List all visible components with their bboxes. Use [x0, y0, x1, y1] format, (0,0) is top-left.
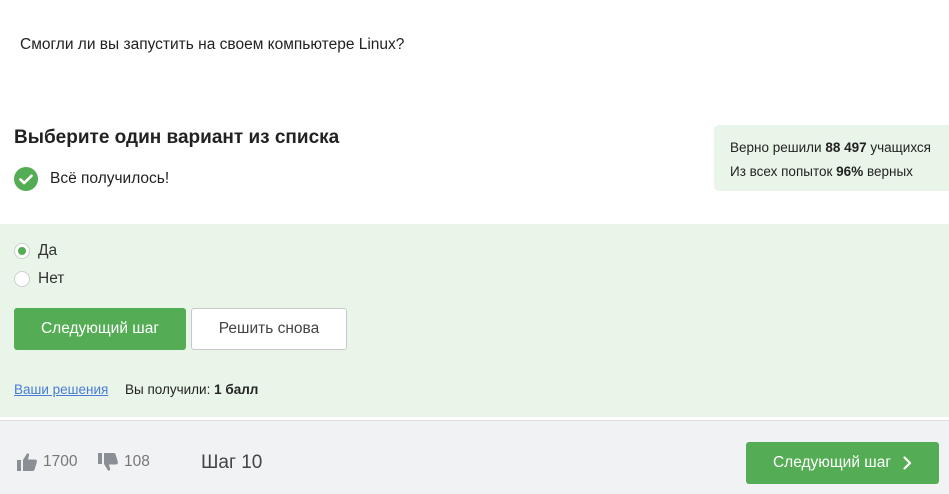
- next-step-button[interactable]: Следующий шаг: [14, 308, 186, 350]
- solved-suffix: учащихся: [870, 140, 931, 155]
- chevron-right-icon: [903, 456, 912, 470]
- thumbs-up-icon: [17, 453, 37, 471]
- score-value: 1 балл: [214, 382, 259, 397]
- radio-no[interactable]: [14, 271, 30, 287]
- attempts-stat: Из всех попыток 96% верных: [730, 160, 949, 184]
- solved-stat: Верно решили 88 497 учащихся: [730, 136, 949, 160]
- footer-next-step-button[interactable]: Следующий шаг: [746, 442, 939, 484]
- radio-selected-dot: [18, 247, 26, 255]
- attempts-prefix: Из всех попыток: [730, 164, 833, 179]
- check-icon: [14, 167, 38, 191]
- choose-title: Выберите один вариант из списка: [14, 127, 340, 148]
- result-message: Всё получилось!: [50, 170, 170, 187]
- result-status: Всё получилось!: [14, 167, 169, 191]
- dislike-button[interactable]: 108: [97, 452, 150, 472]
- option-yes-label: Да: [38, 242, 58, 259]
- score-prefix: Вы получили:: [125, 382, 211, 397]
- option-yes[interactable]: Да: [14, 242, 57, 260]
- attempts-suffix: верных: [866, 164, 913, 179]
- thumbs-down-icon: [98, 453, 118, 471]
- like-count: 1700: [43, 453, 78, 470]
- footer-next-label: Следующий шаг: [772, 454, 892, 471]
- stats-panel: Верно решили 88 497 учащихся Из всех поп…: [714, 125, 949, 191]
- question-text: Смогли ли вы запустить на своем компьюте…: [20, 36, 405, 53]
- score-text: Вы получили: 1 балл: [125, 382, 258, 397]
- solved-count: 88 497: [825, 140, 867, 155]
- like-button[interactable]: 1700: [16, 452, 77, 472]
- dislike-count: 108: [124, 453, 150, 470]
- option-no[interactable]: Нет: [14, 270, 64, 288]
- solved-prefix: Верно решили: [730, 140, 822, 155]
- attempts-percent: 96%: [836, 164, 864, 179]
- retry-button[interactable]: Решить снова: [191, 308, 347, 350]
- solutions-link[interactable]: Ваши решения: [14, 382, 108, 397]
- step-label: Шаг 10: [201, 452, 263, 473]
- radio-yes[interactable]: [14, 243, 30, 259]
- option-no-label: Нет: [38, 270, 65, 287]
